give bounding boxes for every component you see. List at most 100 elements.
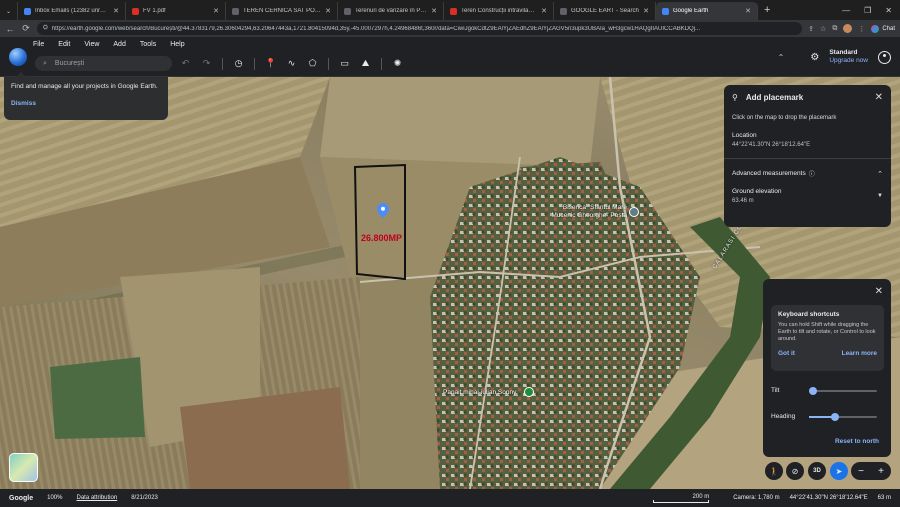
collapse-toolbar-chevron-icon[interactable]: ⌃ [778,53,785,62]
google-earth-logo[interactable] [9,48,27,66]
compass-icon[interactable]: ➤ [830,462,848,480]
plan-info: Standard Upgrade now [829,49,868,65]
cursor-coordinates: 44°22'41.30"N 26°18'12.64"E [789,495,868,501]
dropdown-triangle-icon[interactable]: ▼ [877,193,883,199]
tab-favicon-icon [344,7,351,15]
close-icon[interactable]: ✕ [875,92,883,103]
reset-to-north-button[interactable]: Reset to north [835,438,879,445]
location-off-icon[interactable]: ⊘ [786,462,804,480]
zoom-in-icon[interactable]: + [878,466,884,477]
close-window-icon[interactable]: ✕ [885,6,892,15]
bookmark-star-icon[interactable]: ☆ [820,25,826,33]
navigation-panel: ✕ Keyboard shortcuts You can hold Shift … [763,279,891,457]
tab-close-icon[interactable]: ✕ [745,7,751,15]
heading-slider[interactable] [809,412,877,421]
upgrade-link[interactable]: Upgrade now [829,57,868,65]
address-bar[interactable]: ⛭ https://earth.google.com/web/search/Bu… [37,22,803,35]
dismiss-button[interactable]: Dismiss [11,100,161,107]
minimize-icon[interactable]: — [842,6,850,15]
church-label: Biserica "Sfântul Mare Mucenic Gheorghe"… [551,204,627,219]
tab-title: TEREN CERNICA SAT POSTA - Co... [243,8,321,14]
browser-tab[interactable]: TEREN CERNICA SAT POSTA - Co... ✕ [226,2,338,20]
extensions-icon[interactable]: ⧉ [832,25,837,33]
heading-row: Heading [771,412,883,421]
undo-icon[interactable]: ↶ [180,58,191,69]
tab-close-icon[interactable]: ✕ [431,7,437,15]
tab-close-icon[interactable]: ✕ [643,7,649,15]
chat-button[interactable]: Chat [871,24,895,33]
advanced-measurements-toggle[interactable]: Advanced measurements ⓘ ⌃ [732,169,883,178]
menu-view[interactable]: View [84,41,99,48]
url-text: https://earth.google.com/web/search/Bucu… [51,25,701,32]
got-it-button[interactable]: Got it [778,350,795,357]
account-icon[interactable] [878,50,891,64]
path-icon[interactable]: ∿ [286,58,297,69]
tab-close-icon[interactable]: ✕ [325,7,331,15]
menu-file[interactable]: File [33,41,44,48]
back-arrow-icon[interactable]: ← [5,24,15,34]
share-icon[interactable]: ⇪ [808,25,814,33]
browser-tab[interactable]: Inbox Emails (12382 unread) - e... ✕ [18,2,126,20]
search-input[interactable]: București [55,60,84,67]
learn-more-button[interactable]: Learn more [842,350,877,357]
tilt-slider-thumb[interactable] [809,386,817,395]
tab-close-icon[interactable]: ✕ [113,7,119,15]
poi-marker-icon[interactable] [524,387,534,397]
profile-avatar[interactable] [843,24,853,33]
3d-toggle-icon[interactable]: 3D [808,462,826,480]
settings-gear-icon[interactable]: ⚙ [810,52,819,63]
chevron-up-icon[interactable]: ⌃ [877,170,883,178]
toolbar-divider [381,57,382,70]
ground-elevation-row[interactable]: Ground elevation 63.46 m ▼ [732,188,883,204]
maximize-icon[interactable]: ❐ [864,6,871,15]
site-info-icon[interactable]: ⛭ [43,25,48,32]
satellite-icon[interactable]: ✺ [392,58,403,69]
browser-tab[interactable]: Terenuri de vânzare în Posta, jud... ✕ [338,2,444,20]
heading-slider-thumb[interactable] [831,412,839,421]
search-box[interactable]: ⌕ București [35,56,172,71]
map-pin-icon[interactable] [377,203,389,218]
new-tab-button[interactable]: + [758,4,776,16]
elevation-value: 63.46 m [732,198,754,204]
status-bar: Google 100% Data attribution 8/21/2023 2… [0,489,900,507]
tab-title: Google Earth [673,8,709,14]
browser-tab[interactable]: FV 1.pdf ✕ [126,2,226,20]
browser-tab[interactable]: GOOGLE EART - Search ✕ [554,2,656,20]
pegman-street-view-icon[interactable]: 🚶 [765,462,783,480]
tab-close-icon[interactable]: ✕ [541,7,547,15]
placemark-header: ⚲ Add placemark ✕ [732,92,883,103]
kebab-menu-icon[interactable]: ⋮ [858,25,865,33]
redo-icon[interactable]: ↷ [201,58,212,69]
toolbar-divider [328,57,329,70]
location-value: 44°22'41.30"N 26°18'12.64"E [732,142,811,148]
tab-search-icon[interactable]: ⌄ [0,2,18,20]
earth-header: File Edit View Add Tools Help ⌕ Bucureșt… [0,37,900,77]
menu-edit[interactable]: Edit [58,41,70,48]
tilt-slider[interactable] [809,386,877,395]
chat-label: Chat [882,25,895,32]
projects-tip-popup: Find and manage all your projects in Goo… [4,72,168,120]
church-marker-icon[interactable] [629,207,639,217]
tab-close-icon[interactable]: ✕ [213,7,219,15]
placemark-pin-icon[interactable]: 📍 [265,58,276,69]
measure-ruler-icon[interactable]: ▭ [339,58,350,69]
reload-icon[interactable]: ⟳ [21,23,31,34]
zoom-out-icon[interactable]: − [858,466,864,477]
data-attribution-link[interactable]: Data attribution [76,495,117,501]
browser-tab[interactable]: Google Earth ✕ [656,2,758,20]
info-icon[interactable]: ⓘ [809,169,815,178]
cursor-elevation: 63 m [877,495,891,501]
browser-tab[interactable]: Teren Construcții intravilan de 12... ✕ [444,2,554,20]
history-icon[interactable]: ◷ [233,58,244,69]
menu-tools[interactable]: Tools [140,41,156,48]
heading-label: Heading [771,413,796,420]
menu-help[interactable]: Help [170,41,184,48]
photo-icon[interactable]: ⛰ [360,58,371,69]
tab-favicon-icon [662,7,669,15]
close-icon[interactable]: ✕ [875,286,883,297]
keyboard-shortcuts-card: Keyboard shortcuts You can hold Shift wh… [771,305,884,371]
map-style-thumbnail[interactable] [9,453,38,482]
tab-favicon-icon [24,7,31,15]
polygon-icon[interactable]: ⬠ [307,58,318,69]
menu-add[interactable]: Add [113,41,125,48]
